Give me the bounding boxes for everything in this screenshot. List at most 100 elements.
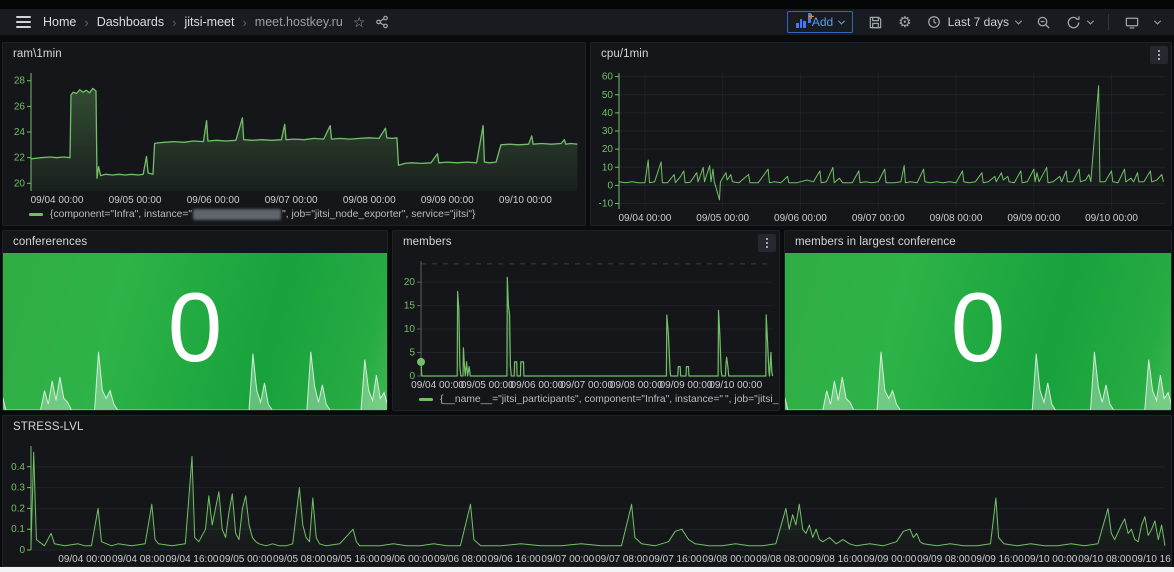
svg-text:09/06 08:00: 09/06 08:00	[434, 554, 487, 565]
svg-text:09/06 00:00: 09/06 00:00	[187, 195, 240, 206]
breadcrumb-separator: ›	[84, 15, 88, 30]
svg-text:20: 20	[602, 144, 614, 155]
panel-title-conferences[interactable]: confererences	[13, 236, 87, 248]
conferences-stat[interactable]: 0	[3, 253, 387, 410]
nav-bar: Home › Dashboards › jitsi-meet › meet.ho…	[0, 9, 1174, 36]
svg-text:09/10 00:00: 09/10 00:00	[709, 380, 762, 391]
chevron-down-icon[interactable]	[1154, 17, 1161, 24]
svg-text:09/10 08:00: 09/10 08:00	[1078, 554, 1131, 565]
svg-text:09/08 00:00: 09/08 00:00	[610, 380, 663, 391]
svg-text:09/05 16:00: 09/05 16:00	[327, 554, 380, 565]
panel-members-largest-conference: members in largest conference 0	[784, 230, 1172, 411]
svg-text:10: 10	[602, 162, 614, 173]
members-chart[interactable]: 0510152009/04 00:0009/05 00:0009/06 00:0…	[393, 253, 779, 392]
settings-gear-icon[interactable]: ⚙	[898, 15, 911, 30]
panel-cpu: cpu/1min -10010203040506009/04 00:0009/0…	[590, 42, 1172, 226]
breadcrumb-separator: ›	[172, 15, 176, 30]
add-button-label: Add	[812, 15, 833, 29]
chevron-down-icon	[1015, 17, 1022, 24]
panel-menu-icon[interactable]	[1150, 46, 1168, 64]
members-legend[interactable]: {__name__="jitsi_participants", componen…	[393, 392, 779, 410]
breadcrumb-current[interactable]: meet.hostkey.ru	[255, 15, 343, 29]
legend-text-prefix: {__name__="jitsi_participants", componen…	[440, 394, 723, 405]
svg-text:0.2: 0.2	[11, 503, 25, 514]
panel-title-cpu[interactable]: cpu/1min	[601, 48, 648, 60]
svg-text:09/06 00:00: 09/06 00:00	[380, 554, 433, 565]
panel-stress-lvl: STRESS-LVL 00.10.20.30.409/04 00:0009/04…	[2, 415, 1172, 567]
time-range-picker[interactable]: Last 7 days	[927, 15, 1021, 29]
svg-text:09/09 00:00: 09/09 00:00	[863, 554, 916, 565]
ram-legend[interactable]: {component="Infra", instance="", job="ji…	[3, 207, 585, 225]
svg-text:09/10 00:00: 09/10 00:00	[1025, 554, 1078, 565]
breadcrumb-separator: ›	[242, 15, 246, 30]
svg-text:09/08 16:00: 09/08 16:00	[810, 554, 863, 565]
panel-ram: ram\1min 202224262809/04 00:0009/05 00:0…	[2, 42, 586, 226]
dashboard-grid: ram\1min 202224262809/04 00:0009/05 00:0…	[0, 36, 1174, 567]
refresh-icon	[1066, 15, 1081, 30]
panel-menu-icon[interactable]	[758, 234, 776, 252]
breadcrumb-home[interactable]: Home	[43, 15, 76, 29]
legend-series-mark	[29, 213, 43, 216]
svg-text:0: 0	[607, 180, 613, 191]
svg-text:28: 28	[14, 76, 26, 87]
time-range-label: Last 7 days	[948, 15, 1009, 29]
legend-text-suffix: ", job="jitsi_node_export...	[725, 394, 779, 405]
stress-chart[interactable]: 00.10.20.30.409/04 00:0009/04 08:0009/04…	[3, 438, 1171, 566]
svg-text:50: 50	[602, 90, 614, 101]
svg-text:09/09 00:00: 09/09 00:00	[1007, 213, 1060, 224]
cpu-chart[interactable]: -10010203040506009/04 00:0009/05 00:0009…	[591, 65, 1171, 225]
svg-text:09/07 16:00: 09/07 16:00	[649, 554, 702, 565]
chevron-down-icon	[838, 17, 845, 24]
svg-text:26: 26	[14, 101, 26, 112]
panel-members: members 0510152009/04 00:0009/05 00:0009…	[392, 230, 780, 411]
panel-title-ram[interactable]: ram\1min	[13, 48, 62, 60]
breadcrumb-folder[interactable]: jitsi-meet	[184, 15, 234, 29]
svg-text:09/07 00:00: 09/07 00:00	[852, 213, 905, 224]
menu-icon[interactable]	[14, 14, 33, 30]
svg-text:09/08 00:00: 09/08 00:00	[930, 213, 983, 224]
ram-chart[interactable]: 202224262809/04 00:0009/05 00:0009/06 00…	[3, 65, 585, 207]
legend-series-mark	[419, 398, 433, 401]
svg-text:09/04 16:00: 09/04 16:00	[166, 554, 219, 565]
panel-title-members[interactable]: members	[403, 236, 452, 248]
chevron-down-icon	[1087, 17, 1094, 24]
svg-text:5: 5	[409, 348, 415, 359]
window-top-strip	[0, 0, 1174, 9]
svg-text:09/09 00:00: 09/09 00:00	[421, 195, 474, 206]
refresh-picker[interactable]	[1066, 15, 1093, 30]
svg-text:24: 24	[14, 127, 26, 138]
zoom-out-icon[interactable]	[1036, 15, 1051, 30]
svg-text:09/09 00:00: 09/09 00:00	[660, 380, 713, 391]
svg-text:09/08 00:00: 09/08 00:00	[343, 195, 396, 206]
svg-text:20: 20	[14, 178, 26, 189]
svg-text:0.4: 0.4	[11, 462, 25, 473]
svg-text:09/09 16:00: 09/09 16:00	[971, 554, 1024, 565]
tv-mode-icon[interactable]	[1124, 15, 1140, 30]
svg-text:09/06 16:00: 09/06 16:00	[488, 554, 541, 565]
save-icon[interactable]	[868, 15, 883, 30]
window-bottom-strip	[0, 567, 1174, 572]
svg-text:09/04 00:00: 09/04 00:00	[31, 195, 84, 206]
toolbar-divider	[1108, 14, 1109, 30]
legend-text-suffix: ", job="jitsi_node_exporter", service="j…	[282, 209, 475, 220]
svg-text:09/07 00:00: 09/07 00:00	[265, 195, 318, 206]
add-button[interactable]: + Add	[787, 11, 853, 33]
svg-text:09/04 08:00: 09/04 08:00	[112, 554, 165, 565]
svg-text:0: 0	[19, 545, 25, 556]
svg-text:15: 15	[404, 301, 416, 312]
svg-text:09/07 08:00: 09/07 08:00	[595, 554, 648, 565]
panel-title-largest[interactable]: members in largest conference	[795, 236, 956, 248]
svg-text:09/05 00:00: 09/05 00:00	[109, 195, 162, 206]
svg-text:09/04 00:00: 09/04 00:00	[58, 554, 111, 565]
breadcrumb-dashboards[interactable]: Dashboards	[97, 15, 164, 29]
svg-text:40: 40	[602, 108, 614, 119]
svg-text:09/10 00:00: 09/10 00:00	[1085, 213, 1138, 224]
svg-text:09/04 00:00: 09/04 00:00	[619, 213, 672, 224]
svg-text:09/05 08:00: 09/05 08:00	[273, 554, 326, 565]
svg-text:09/05 00:00: 09/05 00:00	[696, 213, 749, 224]
star-icon[interactable]: ☆	[353, 15, 366, 29]
add-panel-icon: +	[796, 17, 806, 28]
largest-conference-stat[interactable]: 0	[785, 253, 1171, 410]
panel-title-stress[interactable]: STRESS-LVL	[13, 421, 83, 433]
share-icon[interactable]	[375, 15, 389, 29]
